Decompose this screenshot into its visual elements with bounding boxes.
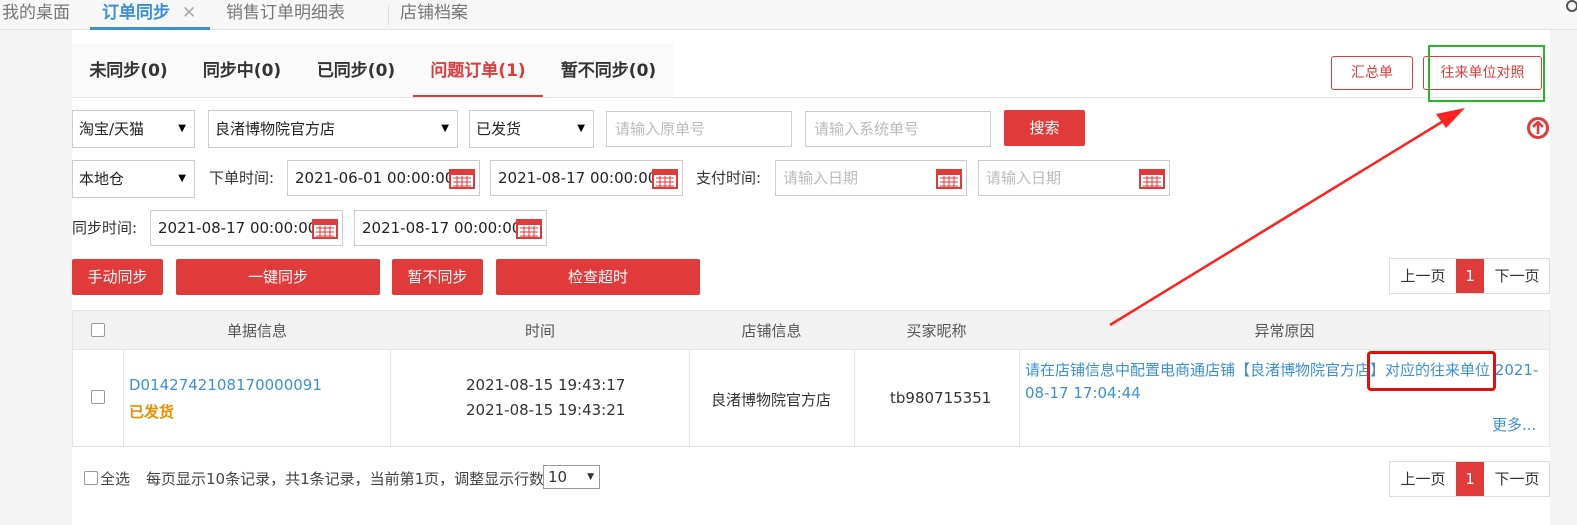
annotation-arrow (1109, 108, 1465, 327)
